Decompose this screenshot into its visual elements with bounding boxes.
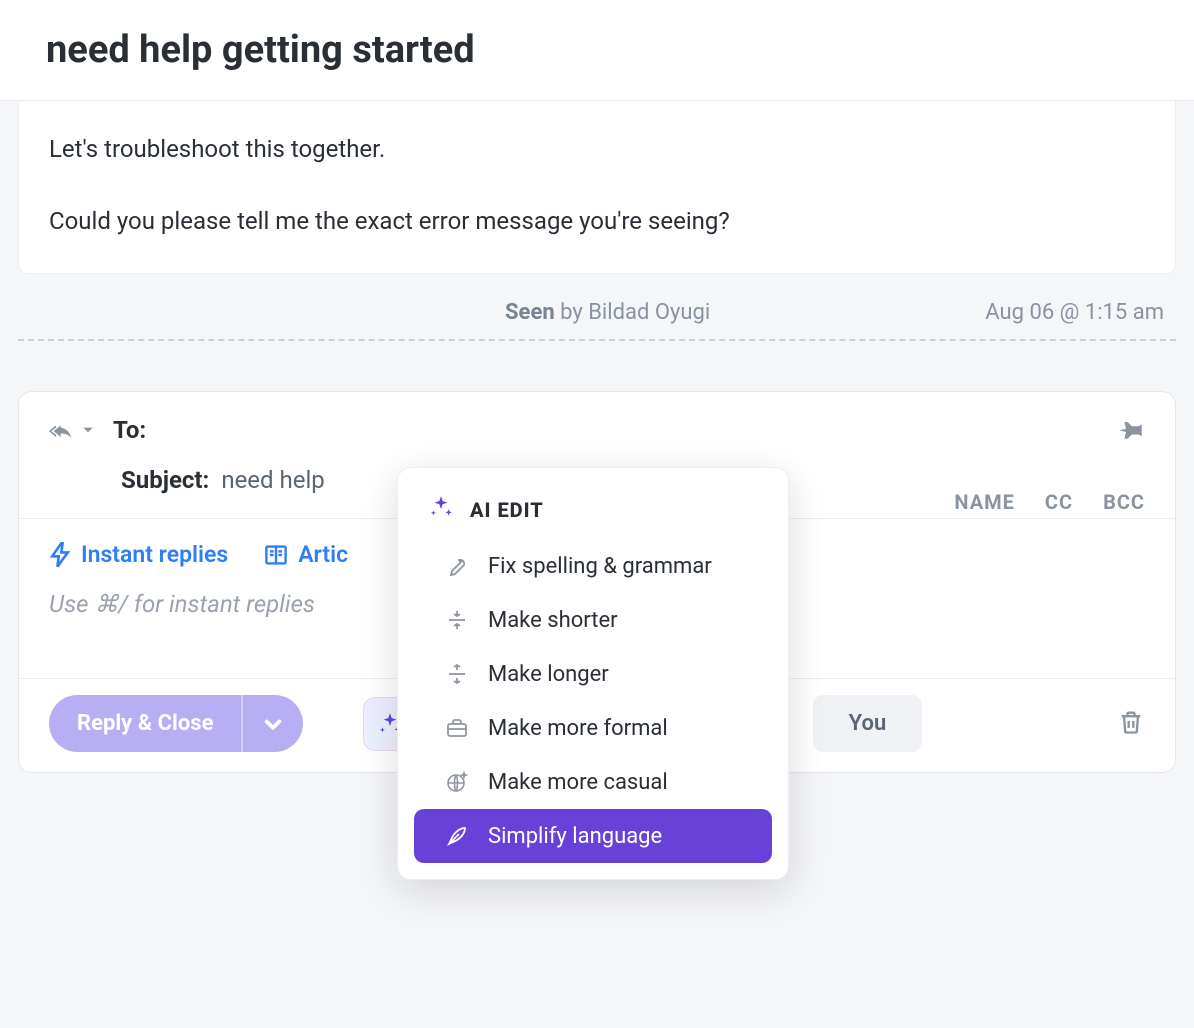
article-icon: [264, 543, 288, 567]
reply-composer: To: Subject: need help NAME CC BCC Insta…: [18, 391, 1176, 773]
to-row: To:: [49, 416, 1145, 444]
reply-type-dropdown[interactable]: [49, 420, 95, 440]
article-label: Artic: [298, 541, 348, 568]
to-label: To:: [113, 416, 146, 444]
subject-label: Subject:: [121, 466, 209, 494]
name-button[interactable]: NAME: [954, 490, 1014, 514]
instant-replies-label: Instant replies: [81, 541, 228, 568]
page-header: need help getting started: [0, 0, 1194, 101]
ai-option-longer[interactable]: Make longer: [414, 647, 772, 701]
lightning-icon: [49, 542, 71, 568]
seen-by: by Bildad Oyugi: [555, 300, 711, 325]
seen-row: Seen by Bildad Oyugi Aug 06 @ 1:15 am: [0, 274, 1194, 325]
bcc-button[interactable]: BCC: [1103, 490, 1145, 514]
seen-timestamp: Aug 06 @ 1:15 am: [985, 300, 1164, 325]
briefcase-icon: [444, 715, 470, 741]
ai-edit-popover: AI EDIT Fix spelling & grammar Make shor…: [397, 467, 789, 880]
ai-option-formal-label: Make more formal: [488, 716, 668, 741]
ai-edit-title: AI EDIT: [470, 498, 544, 522]
sparkle-icon: [428, 494, 454, 525]
ai-edit-header: AI EDIT: [398, 484, 788, 539]
reply-close-label: Reply & Close: [49, 695, 243, 752]
chevron-down-icon: [263, 714, 283, 734]
delete-button[interactable]: [1117, 708, 1145, 740]
message-card: Let's troubleshoot this together. Could …: [18, 101, 1176, 274]
ai-option-fix-label: Fix spelling & grammar: [488, 554, 712, 579]
reply-close-button[interactable]: Reply & Close: [49, 695, 303, 752]
ai-option-shorter[interactable]: Make shorter: [414, 593, 772, 647]
ai-option-longer-label: Make longer: [488, 662, 609, 687]
ai-option-formal[interactable]: Make more formal: [414, 701, 772, 755]
ai-option-fix-spelling[interactable]: Fix spelling & grammar: [414, 539, 772, 593]
expand-icon: [444, 661, 470, 687]
page-title: need help getting started: [46, 28, 1148, 72]
seen-label: Seen: [505, 300, 555, 325]
wrench-icon: [444, 553, 470, 579]
trash-icon: [1117, 708, 1145, 736]
recipient-options: NAME CC BCC: [954, 490, 1145, 514]
you-button[interactable]: You: [813, 695, 923, 752]
ai-option-simplify[interactable]: Simplify language: [414, 809, 772, 863]
globe-sparkle-icon: [444, 769, 470, 795]
ai-option-simplify-label: Simplify language: [488, 824, 662, 849]
ai-option-casual[interactable]: Make more casual: [414, 755, 772, 809]
ai-option-casual-label: Make more casual: [488, 770, 668, 795]
pin-icon[interactable]: [1117, 418, 1145, 450]
message-line-2: Could you please tell me the exact error…: [49, 203, 1145, 239]
message-line-1: Let's troubleshoot this together.: [49, 131, 1145, 167]
cc-button[interactable]: CC: [1045, 490, 1073, 514]
article-button[interactable]: Artic: [264, 541, 348, 568]
feather-icon: [444, 823, 470, 849]
instant-replies-button[interactable]: Instant replies: [49, 541, 228, 568]
compress-icon: [444, 607, 470, 633]
seen-status: Seen by Bildad Oyugi: [30, 300, 985, 325]
reply-close-dropdown[interactable]: [243, 698, 303, 750]
ai-option-shorter-label: Make shorter: [488, 608, 618, 633]
dashed-divider: [18, 339, 1176, 341]
subject-value: need help: [221, 466, 324, 494]
you-label: You: [849, 711, 887, 736]
